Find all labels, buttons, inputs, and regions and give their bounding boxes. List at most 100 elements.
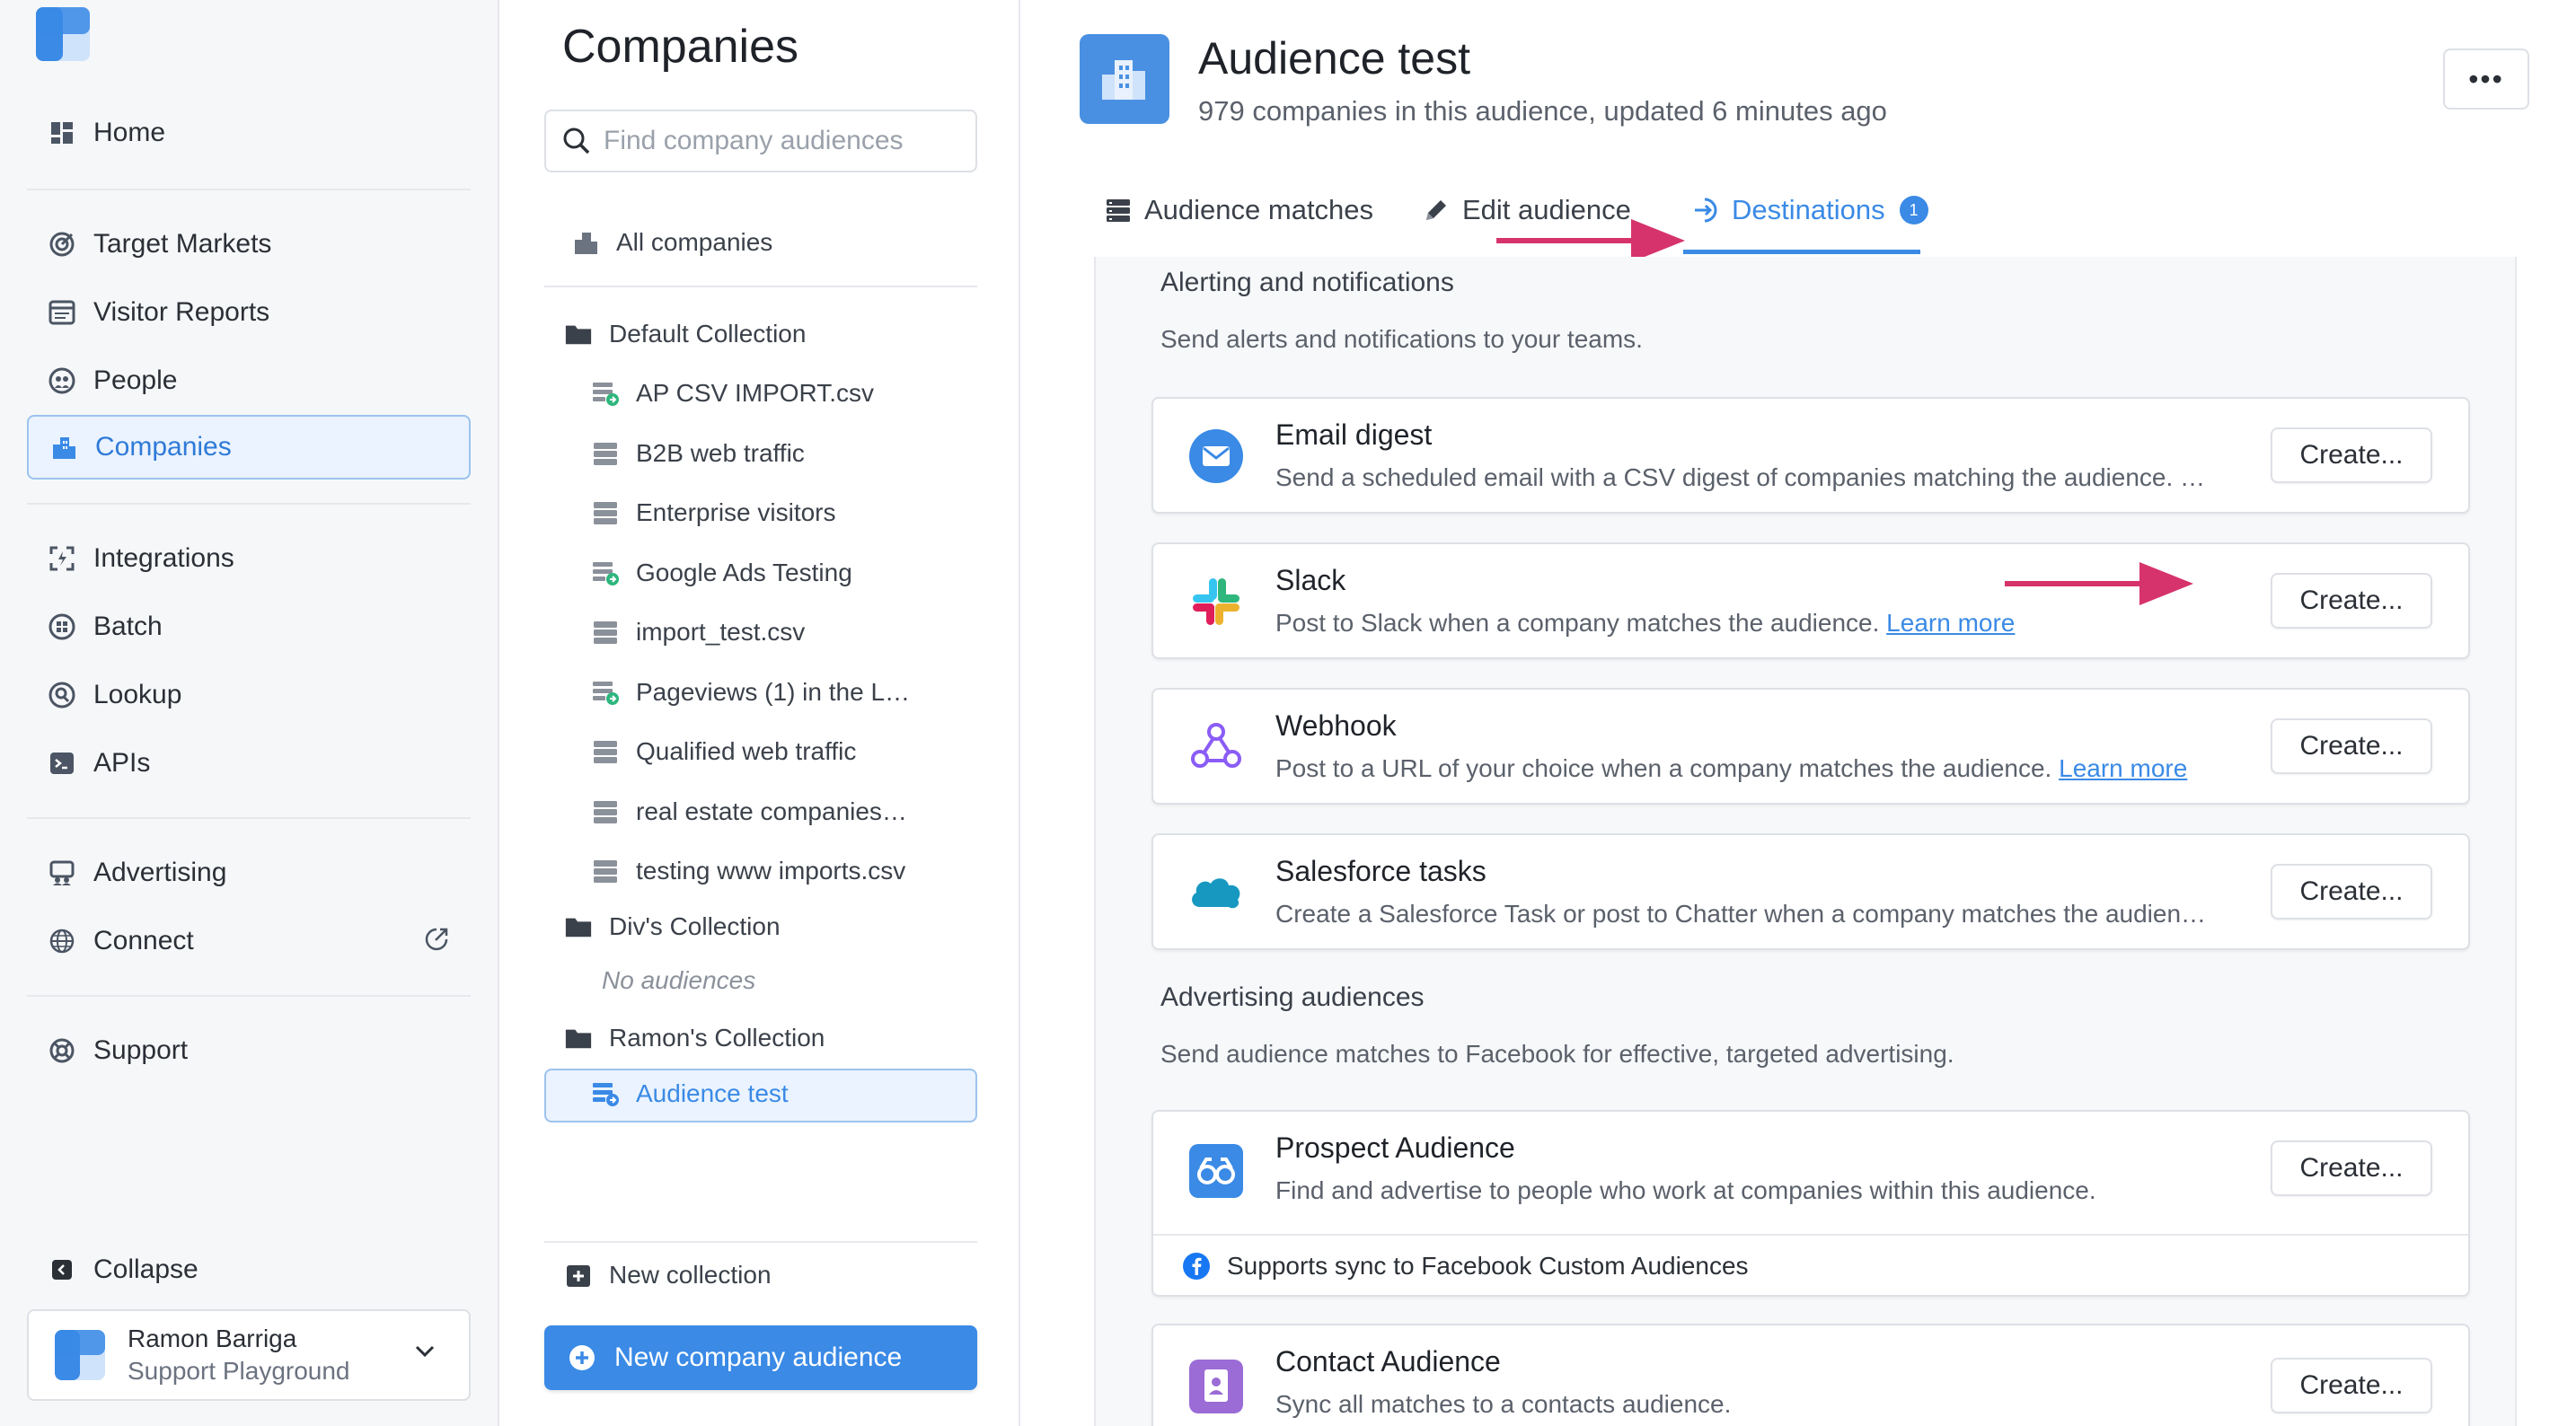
create-button[interactable]: Create... xyxy=(2271,864,2432,920)
nav-item-people[interactable]: People xyxy=(27,348,471,413)
footer-text: Supports sync to Facebook Custom Audienc… xyxy=(1227,1252,1749,1280)
audience-item[interactable]: Pageviews (1) in the L… xyxy=(591,678,910,707)
panel-divider xyxy=(544,1241,977,1243)
folder-icon xyxy=(564,320,593,348)
card-title: Email digest xyxy=(1275,418,1433,451)
audience-item[interactable]: import_test.csv xyxy=(591,618,805,647)
page-title: Audience test xyxy=(1198,33,1470,84)
empty-collection-label: No audiences xyxy=(602,966,756,994)
audience-item[interactable]: Enterprise visitors xyxy=(591,498,836,527)
card-title: Contact Audience xyxy=(1275,1345,1501,1378)
card-footer: Supports sync to Facebook Custom Audienc… xyxy=(1153,1234,2468,1297)
description-text: Post to Slack when a company matches the… xyxy=(1275,609,1880,637)
companies-icon xyxy=(1080,34,1169,124)
create-button[interactable]: Create... xyxy=(2271,427,2432,483)
nav-item-label: People xyxy=(93,365,178,395)
search-icon xyxy=(562,127,591,155)
nav-item-advertising[interactable]: Advertising xyxy=(27,841,471,905)
destination-card-contact: Contact Audience Sync all matches to a c… xyxy=(1151,1324,2470,1426)
audience-search[interactable] xyxy=(544,110,977,172)
active-tab-indicator xyxy=(1683,250,1920,254)
create-button[interactable]: Create... xyxy=(2271,1140,2432,1196)
collection-header[interactable]: Ramon's Collection xyxy=(564,1024,825,1052)
audience-label: Qualified web traffic xyxy=(636,737,857,765)
card-description: Send a scheduled email with a CSV digest… xyxy=(1275,463,2206,491)
audience-item[interactable]: Qualified web traffic xyxy=(591,737,856,766)
search-input[interactable] xyxy=(604,126,963,156)
account-switcher[interactable]: Ramon Barriga Support Playground xyxy=(27,1309,471,1401)
webhook-icon xyxy=(1187,718,1245,776)
create-button[interactable]: Create... xyxy=(2271,573,2432,629)
companies-icon xyxy=(49,432,79,462)
list-icon xyxy=(591,797,620,826)
audience-item[interactable]: AP CSV IMPORT.csv xyxy=(591,379,874,408)
nav-item-companies[interactable]: Companies xyxy=(27,415,471,480)
visitor-reports-icon xyxy=(47,297,77,328)
external-link-icon[interactable] xyxy=(424,927,449,952)
nav-item-apis[interactable]: APIs xyxy=(27,731,471,796)
audience-item[interactable]: testing www imports.csv xyxy=(591,857,905,885)
card-description: Post to a URL of your choice when a comp… xyxy=(1275,754,2187,783)
list-icon xyxy=(591,439,620,468)
contact-card-icon xyxy=(1187,1358,1245,1415)
csv-import-icon xyxy=(591,379,620,408)
audience-label: Enterprise visitors xyxy=(636,498,836,526)
audience-item[interactable]: real estate companies… xyxy=(591,797,907,826)
collapse-icon xyxy=(47,1254,77,1285)
new-company-audience-button[interactable]: New company audience xyxy=(544,1325,977,1390)
more-options-button[interactable]: ••• xyxy=(2443,48,2529,110)
collection-name: Default Collection xyxy=(609,320,807,348)
nav-item-connect[interactable]: Connect xyxy=(27,909,471,973)
learn-more-link[interactable]: Learn more xyxy=(1886,609,2015,637)
audience-list-panel: Companies All companies Default Collecti… xyxy=(501,0,1020,1426)
audience-item[interactable]: B2B web traffic xyxy=(591,439,805,468)
csv-import-icon xyxy=(591,678,620,707)
app-logo[interactable] xyxy=(34,5,92,63)
card-description: Sync all matches to a contacts audience. xyxy=(1275,1390,1732,1418)
collapse-button[interactable]: Collapse xyxy=(27,1237,471,1302)
create-button[interactable]: Create... xyxy=(2271,1358,2432,1413)
destination-card-salesforce: Salesforce tasks Create a Salesforce Tas… xyxy=(1151,833,2470,950)
tab-audience-matches[interactable]: Audience matches xyxy=(1105,194,1373,226)
advertising-icon xyxy=(47,858,77,888)
list-icon xyxy=(591,737,620,766)
home-grid-icon xyxy=(47,118,77,148)
tab-label: Audience matches xyxy=(1144,194,1374,225)
audience-label: testing www imports.csv xyxy=(636,857,906,885)
sidebar-nav: Home Target Markets Visitor Reports Peop… xyxy=(0,0,499,1426)
collection-header[interactable]: Default Collection xyxy=(564,320,806,348)
learn-more-link[interactable]: Learn more xyxy=(2059,754,2187,782)
collection-name: Div's Collection xyxy=(609,912,781,940)
card-title: Slack xyxy=(1275,564,1346,596)
nav-item-batch[interactable]: Batch xyxy=(27,594,471,659)
tab-destinations[interactable]: Destinations 1 xyxy=(1692,194,1928,226)
nav-item-lookup[interactable]: Lookup xyxy=(27,663,471,727)
collapse-label: Collapse xyxy=(93,1254,198,1284)
audience-label: AP CSV IMPORT.csv xyxy=(636,379,875,407)
audience-item[interactable]: Google Ads Testing xyxy=(591,559,852,587)
salesforce-cloud-icon xyxy=(1187,864,1245,921)
annotation-arrow xyxy=(2005,562,2193,605)
nav-item-label: APIs xyxy=(93,748,151,778)
all-companies-link[interactable]: All companies xyxy=(571,228,772,257)
lifebuoy-icon xyxy=(47,1035,77,1066)
nav-item-visitor-reports[interactable]: Visitor Reports xyxy=(27,280,471,345)
destinations-count-badge: 1 xyxy=(1899,196,1928,224)
pencil-icon xyxy=(1423,197,1450,224)
audience-label: Audience test xyxy=(636,1079,789,1107)
create-button[interactable]: Create... xyxy=(2271,718,2432,774)
audience-label: real estate companies… xyxy=(636,797,907,825)
list-icon xyxy=(591,498,620,527)
collection-name: Ramon's Collection xyxy=(609,1024,825,1052)
panel-divider xyxy=(544,286,977,287)
nav-item-support[interactable]: Support xyxy=(27,1018,471,1083)
audience-item[interactable]: Audience test xyxy=(591,1079,789,1108)
description-text: Post to a URL of your choice when a comp… xyxy=(1275,754,2052,782)
nav-item-home[interactable]: Home xyxy=(27,101,471,165)
nav-item-target-markets[interactable]: Target Markets xyxy=(27,212,471,277)
nav-item-integrations[interactable]: Integrations xyxy=(27,526,471,591)
new-collection-button[interactable]: New collection xyxy=(564,1261,772,1290)
csv-import-icon xyxy=(591,1079,620,1108)
globe-icon xyxy=(47,926,77,956)
collection-header[interactable]: Div's Collection xyxy=(564,912,781,941)
